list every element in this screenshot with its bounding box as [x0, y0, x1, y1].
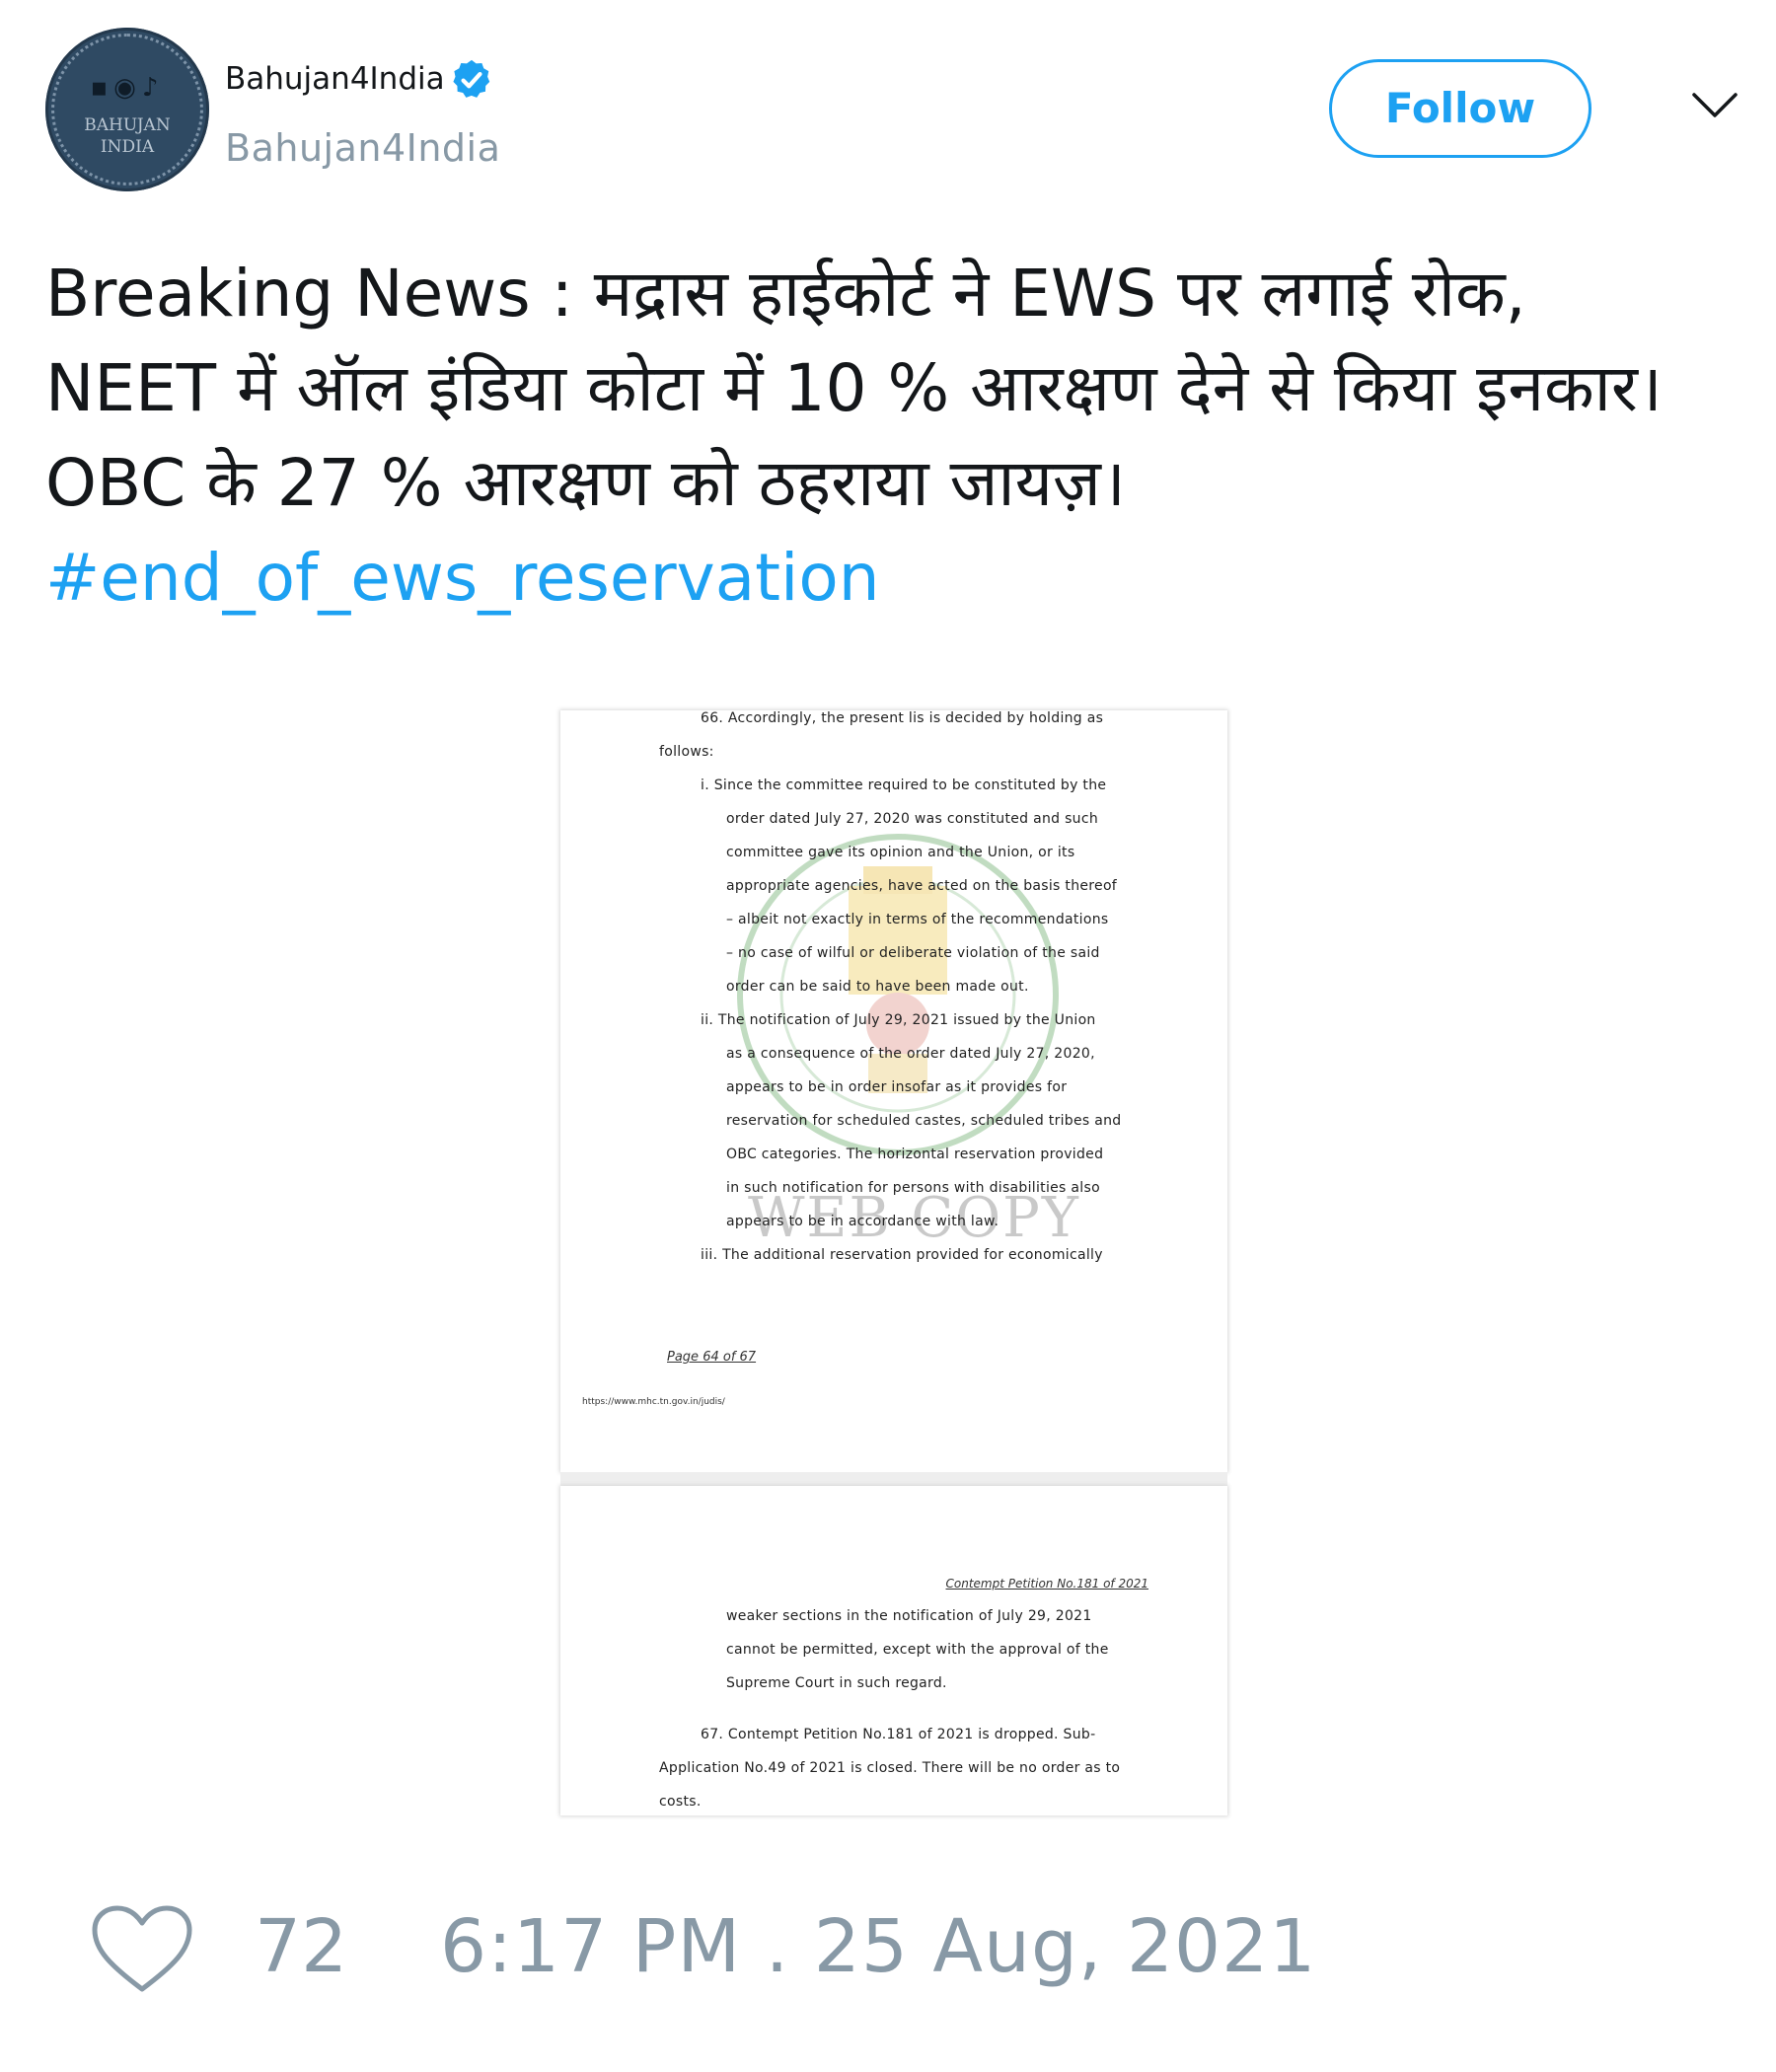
- doc-line: cannot be permitted, except with the app…: [726, 1642, 1109, 1658]
- doc-line: – albeit not exactly in terms of the rec…: [726, 912, 1109, 927]
- tweet-timestamp[interactable]: 6:17 PM . 25 Aug, 2021: [440, 1904, 1316, 1989]
- doc-line: i. Since the committee required to be co…: [701, 777, 1107, 793]
- doc-line: follows:: [659, 744, 714, 760]
- doc-line: appears to be in order insofar as it pro…: [726, 1079, 1068, 1095]
- doc-line: 66. Accordingly, the present lis is deci…: [701, 710, 1104, 726]
- document-page-64: WEB COPY 66. Accordingly, the present li…: [560, 710, 1227, 1472]
- doc-line: Supreme Court in such regard.: [726, 1675, 947, 1691]
- hashtag-link[interactable]: #end_of_ews_reservation: [45, 531, 1742, 626]
- user-handle[interactable]: Bahujan4India: [225, 126, 500, 170]
- avatar-symbols: ▪◉♪: [90, 73, 165, 103]
- avatar-logo-line-2: INDIA: [100, 137, 155, 157]
- heart-icon[interactable]: [91, 1904, 193, 1995]
- follow-button[interactable]: Follow: [1329, 59, 1591, 158]
- tweet-image[interactable]: WEB COPY 66. Accordingly, the present li…: [560, 691, 1227, 1815]
- doc-line: Application No.49 of 2021 is closed. The…: [659, 1760, 1121, 1776]
- page-divider: [560, 1472, 1227, 1486]
- doc-line: order can be said to have been made out.: [726, 979, 1029, 995]
- display-name[interactable]: Bahujan4India: [225, 61, 445, 97]
- chevron-down-icon[interactable]: [1691, 91, 1739, 120]
- doc-line: iii. The additional reservation provided…: [701, 1247, 1103, 1263]
- doc-line: committee gave its opinion and the Union…: [726, 845, 1075, 860]
- doc-line: in such notification for persons with di…: [726, 1180, 1100, 1196]
- document-page-65: Contempt Petition No.181 of 2021 weaker …: [560, 1486, 1227, 1815]
- doc-line: weaker sections in the notification of J…: [726, 1608, 1092, 1624]
- doc-line: appropriate agencies, have acted on the …: [726, 878, 1118, 894]
- avatar[interactable]: ▪◉♪ BAHUJAN INDIA: [45, 28, 209, 191]
- document-url: https://www.mhc.tn.gov.in/judis/: [582, 1397, 725, 1407]
- doc-line: – no case of wilful or deliberate violat…: [726, 945, 1100, 961]
- doc-line: 67. Contempt Petition No.181 of 2021 is …: [701, 1727, 1096, 1742]
- doc-line: ii. The notification of July 29, 2021 is…: [701, 1012, 1096, 1028]
- like-count: 72: [255, 1904, 348, 1989]
- verified-badge-icon: [453, 59, 490, 98]
- doc-line: order dated July 27, 2020 was constitute…: [726, 811, 1099, 827]
- doc-line: appears to be in accordance with law.: [726, 1214, 999, 1229]
- doc-line: as a consequence of the order dated July…: [726, 1046, 1095, 1062]
- court-seal-watermark: [737, 834, 1059, 1155]
- tweet-line-1: Breaking News : मद्रास हाईकोर्ट ने EWS प…: [45, 256, 1526, 332]
- doc-line: reservation for scheduled castes, schedu…: [726, 1113, 1122, 1129]
- doc-line: OBC categories. The horizontal reservati…: [726, 1147, 1104, 1162]
- page-number: Page 64 of 67: [667, 1350, 757, 1365]
- tweet-line-2: NEET में ऑल इंडिया कोटा में 10 % आरक्षण …: [45, 350, 1663, 426]
- avatar-logo-text: BAHUJAN INDIA: [45, 114, 209, 158]
- tweet-line-3: OBC के 27 % आरक्षण को ठहराया जायज़।: [45, 445, 1126, 521]
- avatar-logo-line-1: BAHUJAN: [84, 115, 171, 135]
- avatar-ring: [51, 34, 203, 185]
- tweet-text: Breaking News : मद्रास हाईकोर्ट ने EWS प…: [45, 247, 1742, 626]
- doc-line: costs.: [659, 1794, 702, 1810]
- case-header: Contempt Petition No.181 of 2021: [945, 1577, 1148, 1591]
